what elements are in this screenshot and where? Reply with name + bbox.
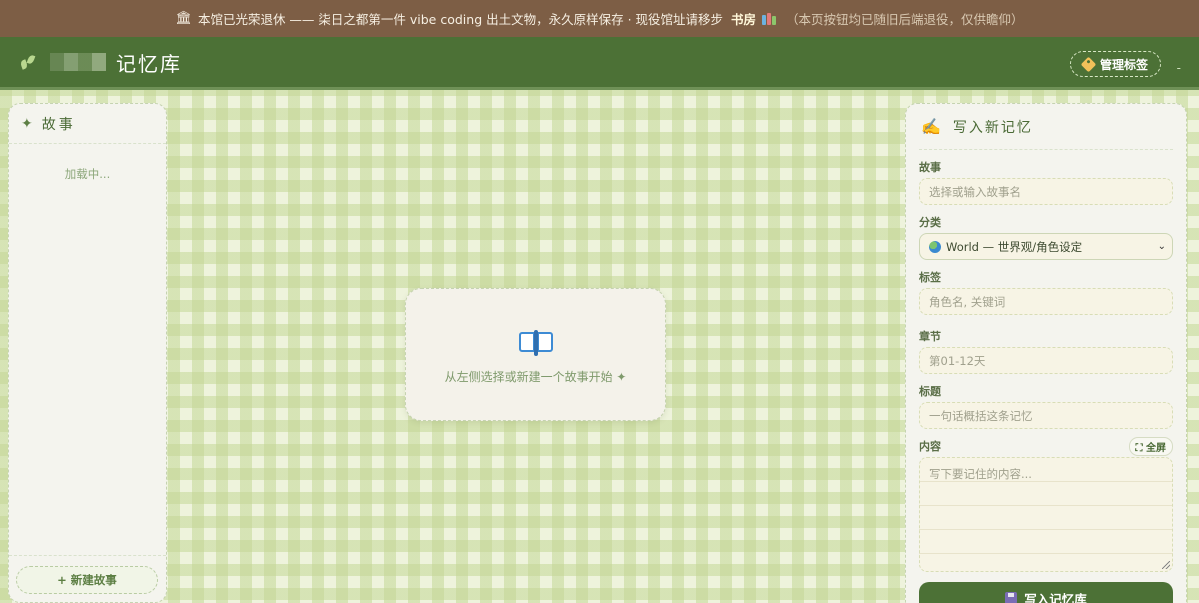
- header-trailing-text: -: [1176, 61, 1181, 75]
- new-story-button[interactable]: + 新建故事: [16, 566, 158, 594]
- save-memory-label: 写入记忆库: [1024, 591, 1087, 603]
- heading-input[interactable]: 一句话概括这条记忆: [919, 402, 1173, 429]
- empty-state-text: 从左侧选择或新建一个故事开始 ✦: [444, 370, 627, 384]
- retirement-banner: 🏛 本馆已光荣退休 —— 柒日之都第一件 vibe coding 出土文物，永久…: [0, 0, 1199, 37]
- form-title-label: 写入新记忆: [952, 119, 1033, 136]
- story-sidebar-label: 故事: [41, 116, 76, 133]
- museum-icon: 🏛: [175, 11, 192, 26]
- story-label: 故事: [919, 161, 941, 174]
- chapter-input[interactable]: 第01-12天: [919, 347, 1173, 374]
- open-book-icon: [518, 330, 553, 356]
- chevron-down-icon: ⌄: [1157, 241, 1166, 252]
- manage-tags-button[interactable]: 管理标签: [1069, 51, 1161, 77]
- save-memory-button[interactable]: 写入记忆库: [919, 582, 1173, 603]
- new-memory-form: ✍ 写入新记忆 故事 选择或输入故事名 分类 World — 世界观/角色设定 …: [905, 103, 1187, 603]
- story-input[interactable]: 选择或输入故事名: [919, 178, 1173, 205]
- banner-study-link[interactable]: 书房: [731, 9, 756, 28]
- redacted-username: [50, 53, 106, 71]
- resize-handle-icon[interactable]: [1162, 561, 1170, 569]
- category-select[interactable]: World — 世界观/角色设定 ⌄: [919, 233, 1173, 260]
- empty-state-card: 从左侧选择或新建一个故事开始 ✦: [405, 288, 666, 421]
- category-value-wrap: World — 世界观/角色设定: [929, 239, 1082, 255]
- manage-tags-label: 管理标签: [1099, 57, 1148, 72]
- content-label-row: 内容 ⛶ 全屏: [919, 436, 1173, 456]
- content-placeholder: 写下要记住的内容...: [929, 467, 1032, 481]
- form-title: ✍ 写入新记忆: [919, 104, 1173, 150]
- sparkle-icon: ✦: [21, 115, 36, 132]
- loading-text: 加载中...: [64, 167, 111, 181]
- app-header: 记忆库 管理标签 -: [0, 37, 1199, 90]
- story-sidebar: ✦ 故事 加载中... + 新建故事: [8, 103, 167, 603]
- floppy-disk-icon: [1005, 592, 1018, 603]
- content-textarea[interactable]: 写下要记住的内容...: [919, 457, 1173, 572]
- banner-text: 本馆已光荣退休 —— 柒日之都第一件 vibe coding 出土文物，永久原样…: [197, 12, 724, 27]
- sidebar-divider: [9, 555, 166, 556]
- leaf-icon: [19, 54, 36, 70]
- tags-label: 标签: [919, 271, 941, 284]
- writing-hand-icon: ✍: [921, 117, 943, 136]
- app-title: 记忆库: [116, 51, 182, 76]
- category-label: 分类: [919, 216, 941, 229]
- story-sidebar-title: ✦ 故事: [9, 104, 166, 144]
- books-icon: [762, 12, 777, 25]
- heading-label: 标题: [919, 385, 941, 398]
- category-value: World — 世界观/角色设定: [946, 239, 1083, 254]
- chapter-label: 章节: [919, 330, 941, 343]
- globe-icon: [929, 240, 941, 253]
- tags-input[interactable]: 角色名, 关键词: [919, 288, 1173, 315]
- content-label: 内容: [919, 440, 941, 453]
- fullscreen-button[interactable]: ⛶ 全屏: [1128, 436, 1173, 456]
- banner-note: （本页按钮均已随旧后端退役，仅供瞻仰）: [786, 12, 1024, 27]
- tag-icon: [1080, 56, 1097, 72]
